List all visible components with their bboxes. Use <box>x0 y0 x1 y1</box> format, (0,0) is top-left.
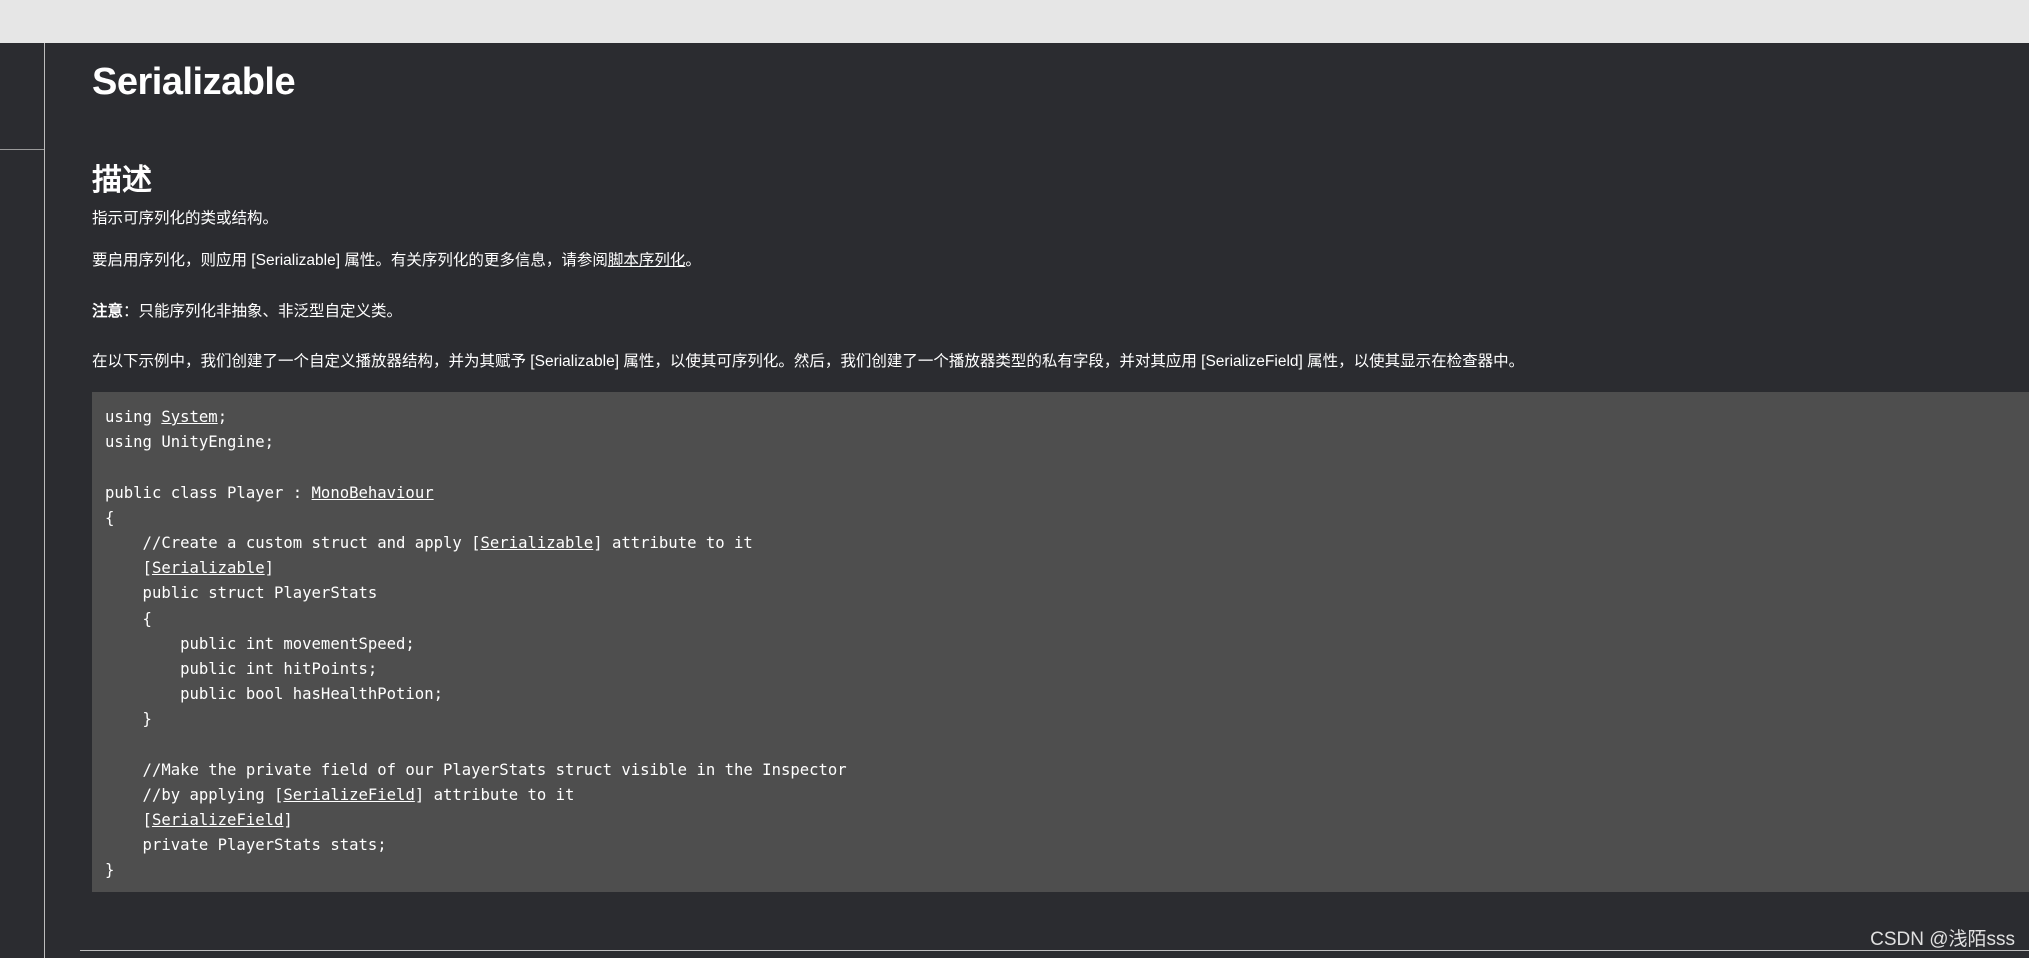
sidebar <box>0 43 45 958</box>
code-line: } <box>105 710 152 729</box>
code-line: public int hitPoints; <box>105 659 378 678</box>
code-token: ] <box>264 559 275 578</box>
code-line: using System; <box>105 405 847 430</box>
browser-top-bar <box>0 0 2029 43</box>
code-token: public class Player : <box>105 483 312 502</box>
code-token: //by applying [ <box>105 785 284 804</box>
sidebar-divider <box>0 149 44 150</box>
serializable-link[interactable]: Serializable <box>481 534 594 552</box>
code-line: [SerializeField] <box>105 808 847 833</box>
code-line: public class Player : MonoBehaviour <box>105 481 847 506</box>
code-line: { <box>105 609 152 628</box>
monobehaviour-link[interactable]: MonoBehaviour <box>312 484 434 502</box>
serialization-text: 要启用序列化，则应用 [Serializable] 属性。有关序列化的更多信息，… <box>92 252 608 269</box>
code-line: private PlayerStats stats; <box>105 836 387 855</box>
code-line: //Make the private field of our PlayerSt… <box>105 760 847 779</box>
code-token: //Create a custom struct and apply [ <box>105 533 481 552</box>
code-line: public bool hasHealthPotion; <box>105 685 443 704</box>
code-line: { <box>105 508 115 527</box>
code-token: ] <box>283 811 293 829</box>
code-token: [ <box>105 811 152 829</box>
code-line: [Serializable] <box>105 556 847 581</box>
code-token: ] attribute to it <box>593 533 753 552</box>
code-line: } <box>105 861 115 880</box>
note-text: ：只能序列化非抽象、非泛型自定义类。 <box>123 303 403 320</box>
bottom-divider <box>80 950 2029 951</box>
note-paragraph: 注意：只能序列化非抽象、非泛型自定义类。 <box>92 302 402 322</box>
code-line: //Create a custom struct and apply [Seri… <box>105 531 847 556</box>
code-line: public struct PlayerStats <box>105 584 378 603</box>
code-token: using <box>105 408 162 426</box>
system-link[interactable]: System <box>161 408 217 426</box>
page-title: Serializable <box>92 61 296 103</box>
code-line: using UnityEngine; <box>105 433 274 452</box>
code-token: [ <box>105 559 152 578</box>
script-serialization-link[interactable]: 脚本序列化 <box>608 252 686 269</box>
serialization-paragraph: 要启用序列化，则应用 [Serializable] 属性。有关序列化的更多信息，… <box>92 251 701 271</box>
code-token: ] attribute to it <box>414 785 575 804</box>
serializable-attribute-link[interactable]: Serializable <box>152 559 265 577</box>
code-line: public int movementSpeed; <box>105 634 415 653</box>
code-line: //by applying [SerializeField] attribute… <box>105 783 847 808</box>
example-intro-paragraph: 在以下示例中，我们创建了一个自定义播放器结构，并为其赋予 [Serializab… <box>92 353 1525 370</box>
code-text: using System; using UnityEngine; public cl… <box>105 405 847 884</box>
csdn-watermark: CSDN @浅陌sss <box>1870 929 2015 950</box>
code-example-block: using System; using UnityEngine; public cl… <box>92 392 2029 892</box>
serializefield-attribute-link[interactable]: SerializeField <box>152 811 283 829</box>
section-heading-description: 描述 <box>92 164 152 197</box>
note-label: 注意 <box>92 303 124 320</box>
serialization-text-end: 。 <box>685 252 701 269</box>
code-token: ; <box>217 408 228 426</box>
serializefield-link[interactable]: SerializeField <box>283 786 414 804</box>
description-paragraph: 指示可序列化的类或结构。 <box>92 210 279 227</box>
